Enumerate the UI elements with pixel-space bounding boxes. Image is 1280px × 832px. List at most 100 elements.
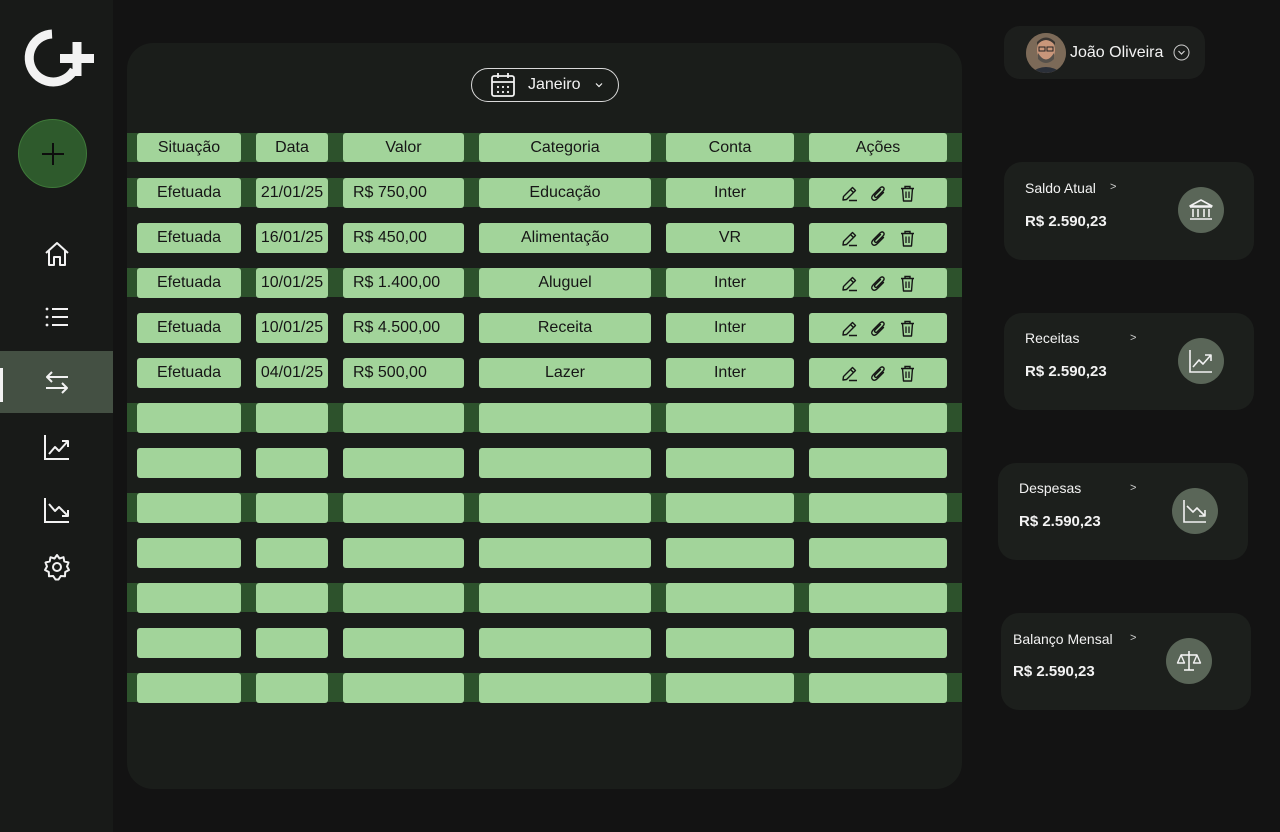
empty-cell[interactable] — [666, 493, 794, 523]
cell-categoria[interactable]: Aluguel — [479, 268, 651, 298]
empty-cell[interactable] — [479, 628, 651, 658]
empty-cell[interactable] — [666, 448, 794, 478]
cell-data[interactable]: 10/01/25 — [256, 268, 328, 298]
add-transaction-button[interactable] — [18, 119, 87, 188]
cell-conta[interactable]: Inter — [666, 313, 794, 343]
empty-cell[interactable] — [343, 448, 464, 478]
empty-cell[interactable] — [137, 448, 241, 478]
attach-button[interactable] — [869, 274, 888, 293]
cell-conta[interactable]: Inter — [666, 178, 794, 208]
edit-button[interactable] — [840, 229, 859, 248]
empty-cell[interactable] — [666, 583, 794, 613]
cell-categoria[interactable]: Lazer — [479, 358, 651, 388]
nav-list[interactable] — [0, 286, 113, 348]
empty-cell[interactable] — [256, 673, 328, 703]
empty-cell[interactable] — [137, 538, 241, 568]
cell-situacao[interactable]: Efetuada — [137, 178, 241, 208]
cell-valor[interactable]: R$ 500,00 — [343, 358, 464, 388]
empty-cell[interactable] — [137, 493, 241, 523]
empty-cell[interactable] — [256, 403, 328, 433]
edit-button[interactable] — [840, 319, 859, 338]
empty-cell[interactable] — [809, 403, 947, 433]
cell-categoria[interactable]: Educação — [479, 178, 651, 208]
empty-cell[interactable] — [256, 538, 328, 568]
column-header: Situação — [137, 133, 241, 162]
empty-cell[interactable] — [343, 538, 464, 568]
cell-situacao[interactable]: Efetuada — [137, 313, 241, 343]
cell-valor[interactable]: R$ 4.500,00 — [343, 313, 464, 343]
delete-icon — [900, 365, 914, 382]
delete-button[interactable] — [898, 184, 917, 203]
card-receitas[interactable]: Receitas > R$ 2.590,23 — [1004, 313, 1254, 410]
empty-cell[interactable] — [343, 628, 464, 658]
cell-valor[interactable]: R$ 1.400,00 — [343, 268, 464, 298]
empty-cell[interactable] — [666, 538, 794, 568]
card-saldo-atual[interactable]: Saldo Atual > R$ 2.590,23 — [1004, 162, 1254, 260]
delete-button[interactable] — [898, 274, 917, 293]
month-selector[interactable]: Janeiro — [471, 68, 619, 102]
nav-settings[interactable] — [0, 536, 113, 598]
empty-cell[interactable] — [666, 673, 794, 703]
delete-button[interactable] — [898, 229, 917, 248]
row-actions — [809, 358, 947, 388]
attach-button[interactable] — [869, 229, 888, 248]
cell-conta[interactable]: VR — [666, 223, 794, 253]
cell-valor[interactable]: R$ 750,00 — [343, 178, 464, 208]
edit-button[interactable] — [840, 274, 859, 293]
empty-cell[interactable] — [809, 448, 947, 478]
empty-cell[interactable] — [479, 448, 651, 478]
empty-cell[interactable] — [256, 628, 328, 658]
empty-cell[interactable] — [256, 583, 328, 613]
nav-transactions[interactable] — [0, 351, 113, 413]
empty-cell[interactable] — [809, 493, 947, 523]
attach-button[interactable] — [869, 364, 888, 383]
edit-button[interactable] — [840, 184, 859, 203]
transfer-arrows-icon — [45, 371, 68, 394]
empty-cell[interactable] — [137, 628, 241, 658]
empty-cell[interactable] — [809, 538, 947, 568]
card-despesas[interactable]: Despesas > R$ 2.590,23 — [998, 463, 1248, 560]
cell-situacao[interactable]: Efetuada — [137, 223, 241, 253]
cell-valor[interactable]: R$ 450,00 — [343, 223, 464, 253]
cell-situacao[interactable]: Efetuada — [137, 358, 241, 388]
cell-data[interactable]: 21/01/25 — [256, 178, 328, 208]
nav-home[interactable] — [0, 223, 113, 285]
delete-button[interactable] — [898, 319, 917, 338]
cell-conta[interactable]: Inter — [666, 268, 794, 298]
empty-cell[interactable] — [666, 628, 794, 658]
empty-cell[interactable] — [479, 538, 651, 568]
cell-categoria[interactable]: Alimentação — [479, 223, 651, 253]
card-balanco-mensal[interactable]: Balanço Mensal > R$ 2.590,23 — [1001, 613, 1251, 710]
empty-cell[interactable] — [479, 403, 651, 433]
empty-cell[interactable] — [809, 583, 947, 613]
empty-cell[interactable] — [343, 403, 464, 433]
empty-cell[interactable] — [137, 583, 241, 613]
user-menu[interactable]: João Oliveira — [1004, 26, 1205, 79]
cell-data[interactable]: 16/01/25 — [256, 223, 328, 253]
empty-cell[interactable] — [809, 628, 947, 658]
empty-cell[interactable] — [137, 673, 241, 703]
empty-cell[interactable] — [256, 448, 328, 478]
attach-button[interactable] — [869, 184, 888, 203]
cell-conta[interactable]: Inter — [666, 358, 794, 388]
empty-cell[interactable] — [666, 403, 794, 433]
delete-button[interactable] — [898, 364, 917, 383]
cell-categoria[interactable]: Receita — [479, 313, 651, 343]
empty-cell[interactable] — [343, 493, 464, 523]
empty-cell[interactable] — [479, 493, 651, 523]
empty-cell[interactable] — [479, 673, 651, 703]
empty-cell[interactable] — [343, 673, 464, 703]
cell-data[interactable]: 10/01/25 — [256, 313, 328, 343]
nav-income-chart[interactable] — [0, 416, 113, 478]
empty-cell[interactable] — [343, 583, 464, 613]
row-actions — [809, 178, 947, 208]
empty-cell[interactable] — [809, 673, 947, 703]
cell-situacao[interactable]: Efetuada — [137, 268, 241, 298]
nav-expense-chart[interactable] — [0, 479, 113, 541]
edit-button[interactable] — [840, 364, 859, 383]
cell-data[interactable]: 04/01/25 — [256, 358, 328, 388]
empty-cell[interactable] — [479, 583, 651, 613]
empty-cell[interactable] — [256, 493, 328, 523]
empty-cell[interactable] — [137, 403, 241, 433]
attach-button[interactable] — [869, 319, 888, 338]
